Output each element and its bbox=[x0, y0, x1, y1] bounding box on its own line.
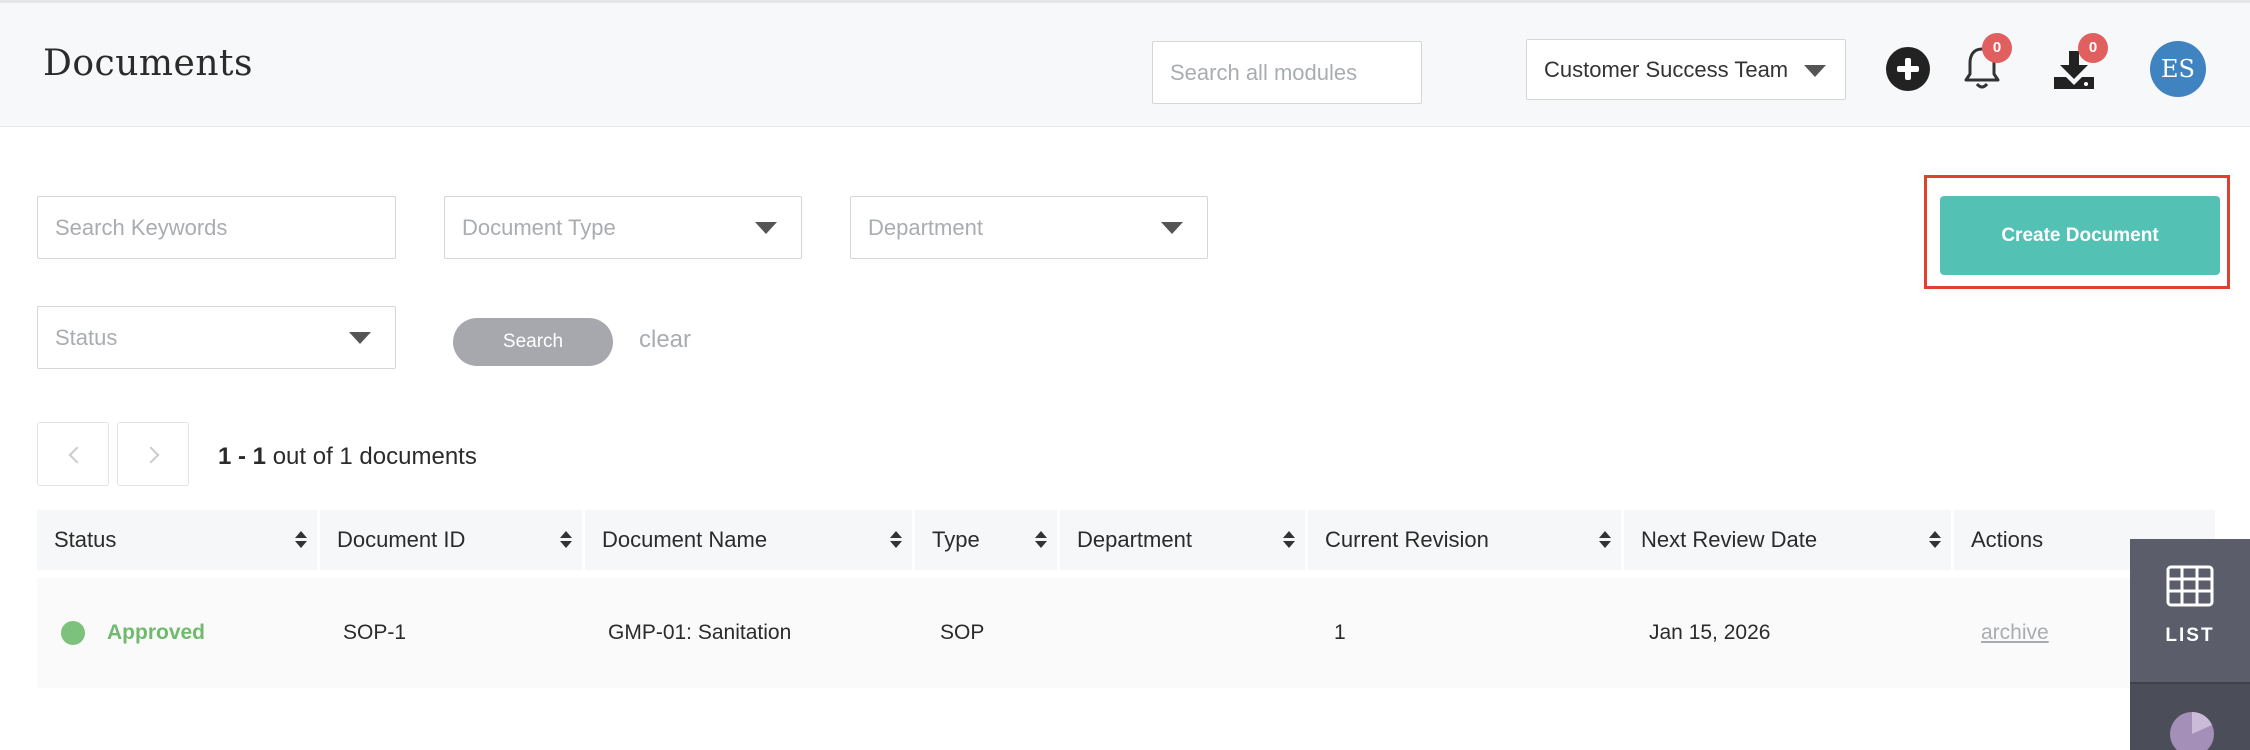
status-badge: Approved bbox=[107, 621, 206, 644]
sort-icon bbox=[560, 531, 572, 549]
next-page-button[interactable] bbox=[117, 422, 189, 486]
column-header-label: Department bbox=[1077, 527, 1192, 552]
column-header-label: Actions bbox=[1971, 527, 2044, 552]
team-selector-label: Customer Success Team bbox=[1544, 56, 1789, 82]
column-header-next-review-date[interactable]: Next Review Date bbox=[1624, 510, 1951, 570]
row-archive-link[interactable]: archive bbox=[1981, 578, 2049, 688]
column-header-status[interactable]: Status bbox=[37, 510, 317, 570]
row-document-name[interactable]: GMP-01: Sanitation bbox=[608, 578, 791, 688]
department-select[interactable]: Department bbox=[850, 196, 1208, 259]
column-header-type[interactable]: Type bbox=[915, 510, 1057, 570]
table-grid-icon bbox=[2166, 565, 2214, 607]
status-label: Status bbox=[55, 324, 118, 350]
chevron-down-icon bbox=[1161, 222, 1183, 234]
archive-link-label: archive bbox=[1981, 621, 2049, 644]
document-type-select[interactable]: Document Type bbox=[444, 196, 802, 259]
user-avatar[interactable]: ES bbox=[2150, 41, 2206, 97]
team-selector[interactable]: Customer Success Team bbox=[1526, 39, 1846, 100]
sort-icon bbox=[295, 531, 307, 549]
column-header-label: Next Review Date bbox=[1641, 527, 1818, 552]
list-view-button[interactable]: LIST bbox=[2130, 539, 2250, 682]
row-status-cell: Approved bbox=[61, 578, 205, 688]
top-header: Documents Customer Success Team 0 0 ES bbox=[0, 0, 2250, 127]
row-next-review-date: Jan 15, 2026 bbox=[1649, 621, 1771, 644]
column-header-label: Document ID bbox=[337, 527, 466, 552]
column-header-document-name[interactable]: Document Name bbox=[585, 510, 912, 570]
list-view-label: LIST bbox=[2165, 625, 2215, 646]
chevron-down-icon bbox=[1804, 65, 1826, 77]
page-title: Documents bbox=[43, 43, 253, 84]
chevron-down-icon bbox=[349, 332, 371, 344]
row-type: SOP bbox=[940, 621, 985, 644]
column-header-current-revision[interactable]: Current Revision bbox=[1308, 510, 1621, 570]
status-select[interactable]: Status bbox=[37, 306, 396, 369]
view-switcher-dock: LIST bbox=[2130, 539, 2250, 750]
status-dot-icon bbox=[61, 621, 85, 645]
sort-icon bbox=[1283, 531, 1295, 549]
column-header-label: Current Revision bbox=[1325, 527, 1489, 552]
clear-filters-link[interactable]: clear bbox=[639, 326, 691, 354]
row-current-revision: 1 bbox=[1334, 621, 1346, 644]
column-header-document-id[interactable]: Document ID bbox=[320, 510, 582, 570]
department-label: Department bbox=[868, 214, 983, 240]
column-header-label: Document Name bbox=[602, 527, 768, 552]
downloads-count-badge: 0 bbox=[2078, 33, 2108, 63]
sort-icon bbox=[1599, 531, 1611, 549]
keyword-search-input[interactable] bbox=[37, 196, 396, 259]
create-document-button[interactable]: Create Document bbox=[1940, 196, 2220, 275]
add-icon[interactable] bbox=[1886, 47, 1930, 91]
column-header-label: Status bbox=[54, 527, 117, 552]
search-button[interactable]: Search bbox=[453, 318, 613, 366]
column-header-department[interactable]: Department bbox=[1060, 510, 1305, 570]
chevron-down-icon bbox=[755, 222, 777, 234]
pagination-range: 1 - 1 bbox=[218, 443, 267, 470]
global-search-input[interactable] bbox=[1152, 41, 1422, 104]
pie-chart-icon bbox=[2170, 712, 2214, 750]
previous-page-button[interactable] bbox=[37, 422, 109, 486]
pagination-total: out of 1 documents bbox=[266, 443, 477, 470]
chevron-right-icon bbox=[142, 446, 160, 464]
table-row[interactable]: Approved SOP-1 GMP-01: Sanitation SOP 1 … bbox=[37, 578, 2215, 688]
notifications-count-badge: 0 bbox=[1982, 33, 2012, 63]
document-type-label: Document Type bbox=[462, 214, 616, 240]
row-document-id: SOP-1 bbox=[343, 621, 407, 644]
pagination-summary: 1 - 1 out of 1 documents bbox=[218, 443, 477, 471]
table-header: Status Document ID Document Name Type De… bbox=[37, 510, 2215, 570]
sort-icon bbox=[1035, 531, 1047, 549]
sort-icon bbox=[890, 531, 902, 549]
chart-view-button[interactable] bbox=[2130, 684, 2250, 750]
chevron-left-icon bbox=[68, 446, 86, 464]
sort-icon bbox=[1929, 531, 1941, 549]
column-header-label: Type bbox=[932, 527, 980, 552]
